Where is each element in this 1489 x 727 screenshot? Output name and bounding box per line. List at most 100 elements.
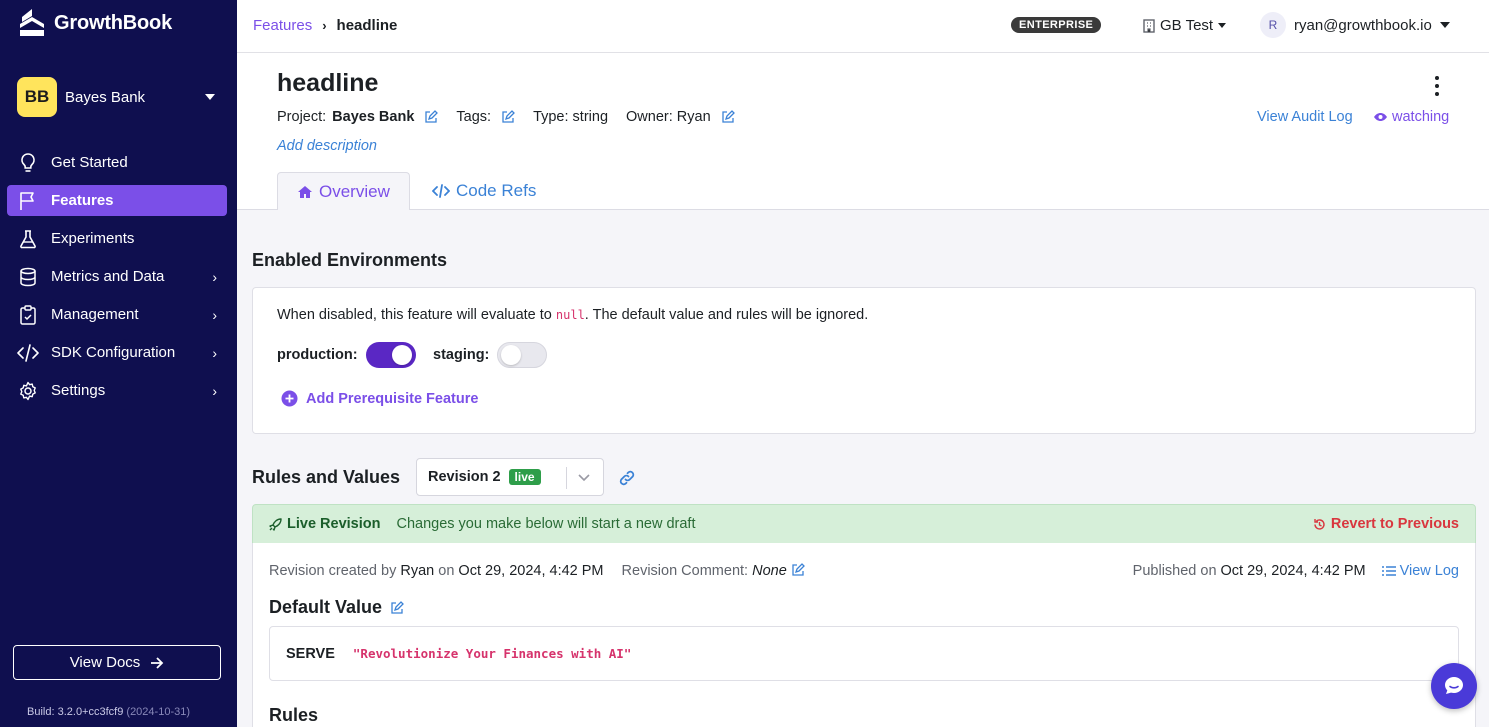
chevron-right-icon: › xyxy=(212,306,217,323)
live-revision-banner: Live Revision Changes you make below wil… xyxy=(252,504,1476,544)
view-docs-button[interactable]: View Docs xyxy=(13,645,221,680)
enabled-environments-title: Enabled Environments xyxy=(252,250,448,270)
revision-card: Revision created by Ryan on Oct 29, 2024… xyxy=(252,543,1476,727)
sidebar-item-management[interactable]: Management › xyxy=(7,299,227,330)
env-staging: staging: xyxy=(433,342,548,368)
tab-overview[interactable]: Overview xyxy=(277,172,410,211)
add-prerequisite-feature-button[interactable]: Add Prerequisite Feature xyxy=(281,390,478,407)
tab-code-refs[interactable]: Code Refs xyxy=(413,172,555,210)
code-icon xyxy=(17,342,39,364)
rocket-icon xyxy=(269,517,282,531)
staging-toggle[interactable] xyxy=(497,342,548,368)
default-value-box: SERVE "Revolutionize Your Finances with … xyxy=(269,626,1459,681)
watching-label: watching xyxy=(1392,109,1450,125)
edit-tags-icon[interactable] xyxy=(501,110,515,124)
flask-icon xyxy=(17,228,39,250)
user-email: ryan@growthbook.io xyxy=(1294,16,1432,34)
main-content: Enabled Environments When disabled, this… xyxy=(237,210,1489,727)
sidebar-item-experiments[interactable]: Experiments xyxy=(7,223,227,254)
history-icon xyxy=(1314,518,1325,530)
lightbulb-icon xyxy=(17,152,39,174)
view-docs-label: View Docs xyxy=(69,654,141,671)
live-revision-message: Changes you make below will start a new … xyxy=(396,516,696,532)
revision-label: Revision 2 xyxy=(428,469,501,485)
home-icon xyxy=(298,185,312,198)
sidebar-item-label: Management xyxy=(51,306,139,323)
building-icon xyxy=(1143,18,1155,33)
user-menu[interactable]: R ryan@growthbook.io xyxy=(1260,12,1450,38)
feature-meta: Project: Bayes Bank Tags: Type: string O… xyxy=(277,109,747,125)
eye-icon xyxy=(1374,113,1387,121)
growthbook-logo[interactable]: GrowthBook xyxy=(18,8,172,38)
sidebar-item-label: Settings xyxy=(51,382,106,399)
sidebar-item-label: Metrics and Data xyxy=(51,268,165,285)
chevron-right-icon: › xyxy=(212,344,217,361)
env-production: production: xyxy=(277,342,416,368)
sidebar-item-label: SDK Configuration xyxy=(51,344,176,361)
tab-label: Overview xyxy=(319,181,390,201)
revision-select[interactable]: Revision 2 live xyxy=(416,458,604,496)
project-value: Bayes Bank xyxy=(332,109,415,125)
org-selector[interactable]: BB Bayes Bank xyxy=(17,77,223,117)
sidebar-item-settings[interactable]: Settings › xyxy=(7,375,227,406)
rules-and-values-title: Rules and Values xyxy=(252,467,401,487)
sidebar-item-label: Features xyxy=(51,192,114,209)
edit-owner-icon[interactable] xyxy=(721,110,735,124)
chat-icon xyxy=(1445,677,1463,694)
arrow-right-icon xyxy=(151,656,164,669)
chevron-right-icon: › xyxy=(212,382,217,399)
live-revision-label: Live Revision xyxy=(269,516,380,532)
more-options-icon[interactable] xyxy=(1433,76,1441,96)
sidebar-item-label: Experiments xyxy=(51,230,135,247)
sidebar-item-label: Get Started xyxy=(51,154,128,171)
chevron-down-icon xyxy=(578,474,590,482)
edit-comment-icon[interactable] xyxy=(791,563,805,577)
plan-badge: ENTERPRISE xyxy=(1011,17,1102,33)
feature-header: headline Project: Bayes Bank Tags: Type:… xyxy=(237,54,1489,211)
view-log-link[interactable]: View Log xyxy=(1381,563,1459,579)
caret-down-icon xyxy=(1218,23,1227,28)
tab-label: Code Refs xyxy=(456,181,537,200)
gear-icon xyxy=(17,380,39,402)
edit-default-value-icon[interactable] xyxy=(390,600,404,615)
sidebar-item-metrics-and-data[interactable]: Metrics and Data › xyxy=(7,261,227,292)
null-code: null xyxy=(555,308,585,322)
live-badge: live xyxy=(508,469,541,485)
add-prereq-label: Add Prerequisite Feature xyxy=(306,390,479,407)
link-icon[interactable] xyxy=(619,470,635,486)
top-bar: Features › headline ENTERPRISE GB Test R… xyxy=(237,0,1489,53)
breadcrumb: Features › headline xyxy=(253,17,397,34)
caret-down-icon xyxy=(1439,22,1450,28)
watching-toggle[interactable]: watching xyxy=(1373,109,1449,125)
revert-to-previous-button[interactable]: Revert to Previous xyxy=(1313,516,1459,532)
sidebar-item-get-started[interactable]: Get Started xyxy=(7,147,227,178)
page-title: headline xyxy=(277,69,379,97)
edit-project-icon[interactable] xyxy=(424,110,439,124)
owner-label: Owner: Ryan xyxy=(626,109,711,125)
sidebar-item-sdk-configuration[interactable]: SDK Configuration › xyxy=(7,337,227,368)
sidebar-item-features[interactable]: Features xyxy=(7,185,227,216)
serve-label: SERVE xyxy=(286,645,335,662)
sidebar: GrowthBook BB Bayes Bank Get Started Fea… xyxy=(0,0,237,727)
production-toggle[interactable] xyxy=(365,342,416,368)
default-value-title: Default Value xyxy=(269,597,404,618)
app-name: GrowthBook xyxy=(54,11,172,34)
avatar: R xyxy=(1260,12,1286,38)
org-switcher[interactable]: GB Test xyxy=(1143,17,1227,34)
breadcrumb-current: headline xyxy=(336,17,398,34)
environments-card: When disabled, this feature will evaluat… xyxy=(252,287,1476,434)
env-production-label: production: xyxy=(277,347,358,363)
org-switcher-label: GB Test xyxy=(1160,17,1214,34)
code-icon xyxy=(432,184,450,198)
environments-note: When disabled, this feature will evaluat… xyxy=(277,307,869,323)
rules-title: Rules xyxy=(269,705,319,725)
add-description-link[interactable]: Add description xyxy=(277,138,377,154)
chevron-right-icon: › xyxy=(212,268,217,285)
chat-support-button[interactable] xyxy=(1431,663,1477,709)
breadcrumb-features-link[interactable]: Features xyxy=(253,17,312,34)
growthbook-logo-icon xyxy=(20,9,44,36)
serve-value: "Revolutionize Your Finances with AI" xyxy=(352,646,632,661)
view-audit-log-link[interactable]: View Audit Log xyxy=(1257,109,1353,125)
env-staging-label: staging: xyxy=(433,347,490,363)
flag-icon xyxy=(17,190,39,212)
